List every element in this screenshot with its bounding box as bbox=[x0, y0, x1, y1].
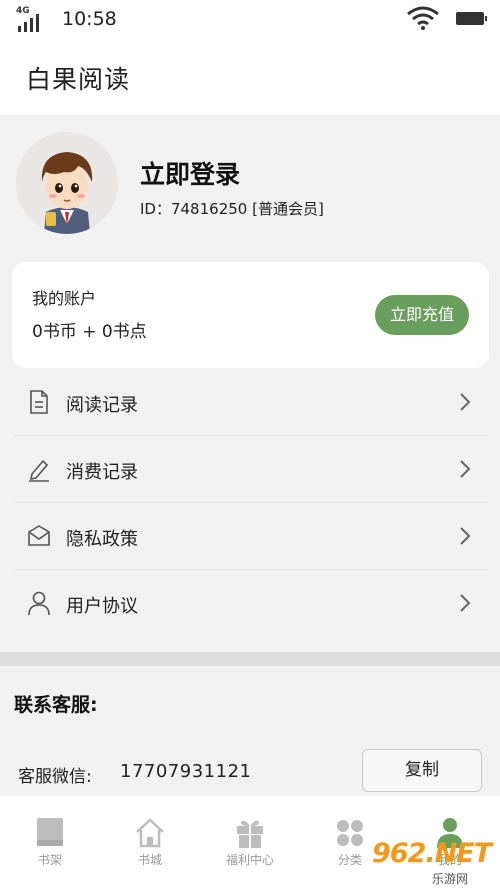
copy-button[interactable]: 复制 bbox=[362, 749, 482, 792]
avatar[interactable] bbox=[16, 132, 118, 234]
menu-item-privacy-policy[interactable]: 隐私政策 bbox=[14, 503, 488, 570]
menu-item-purchase-history[interactable]: 消费记录 bbox=[14, 436, 488, 503]
member-id: ID：74816250 [普通会员] bbox=[140, 200, 324, 218]
wifi-icon bbox=[407, 6, 439, 30]
chevron-right-icon bbox=[460, 393, 471, 411]
gift-icon bbox=[237, 820, 263, 848]
app-title: 白果阅读 bbox=[26, 65, 131, 94]
account-label: 我的账户 bbox=[32, 289, 97, 308]
tab-bookstore[interactable]: 书城 bbox=[100, 796, 200, 889]
tab-welfare-center[interactable]: 福利中心 bbox=[200, 796, 300, 889]
document-icon bbox=[30, 390, 48, 414]
tab-bookshelf[interactable]: 书架 bbox=[0, 796, 100, 889]
menu-list: 阅读记录 消费记录 隐私政策 用户协议 bbox=[14, 369, 488, 637]
menu-item-label: 隐私政策 bbox=[66, 529, 138, 550]
user-icon bbox=[28, 591, 50, 616]
watermark-logo: 962.NET 乐游网 bbox=[358, 838, 496, 886]
home-icon bbox=[136, 818, 164, 848]
tab-label: 书城 bbox=[137, 853, 162, 867]
account-card: 我的账户 0书币 + 0书点 立即充值 bbox=[12, 262, 489, 368]
recharge-button[interactable]: 立即充值 bbox=[375, 295, 469, 335]
menu-item-label: 阅读记录 bbox=[66, 395, 138, 416]
battery-icon bbox=[456, 12, 487, 25]
pen-icon bbox=[29, 459, 49, 482]
status-bar: 4G 10:58 bbox=[0, 0, 500, 40]
menu-item-label: 用户协议 bbox=[66, 596, 138, 617]
menu-item-reading-history[interactable]: 阅读记录 bbox=[14, 369, 488, 436]
section-divider bbox=[0, 652, 500, 666]
wechat-value: 17707931121 bbox=[120, 761, 252, 782]
watermark-brand: 962.NET bbox=[372, 838, 492, 869]
chevron-right-icon bbox=[460, 594, 471, 612]
profile-section: 立即登录 ID：74816250 [普通会员] bbox=[0, 115, 500, 255]
chevron-right-icon bbox=[460, 460, 471, 478]
account-balance: 0书币 + 0书点 bbox=[32, 322, 147, 342]
menu-item-label: 消费记录 bbox=[66, 462, 138, 483]
status-time: 10:58 bbox=[62, 8, 117, 30]
wechat-label: 客服微信: bbox=[18, 767, 92, 787]
chevron-right-icon bbox=[460, 527, 471, 545]
tab-label: 福利中心 bbox=[225, 853, 274, 867]
avatar-illustration bbox=[16, 132, 118, 234]
tab-label: 书架 bbox=[37, 853, 62, 867]
cellular-signal-icon: 4G bbox=[16, 6, 44, 34]
contact-title: 联系客服: bbox=[14, 694, 98, 716]
bookshelf-icon bbox=[37, 818, 63, 846]
menu-item-user-agreement[interactable]: 用户协议 bbox=[14, 570, 488, 637]
watermark-sub: 乐游网 bbox=[432, 872, 469, 886]
network-type: 4G bbox=[16, 6, 30, 16]
app-header: 白果阅读 bbox=[0, 40, 500, 115]
login-button[interactable]: 立即登录 bbox=[140, 155, 240, 191]
envelope-icon bbox=[28, 525, 50, 546]
